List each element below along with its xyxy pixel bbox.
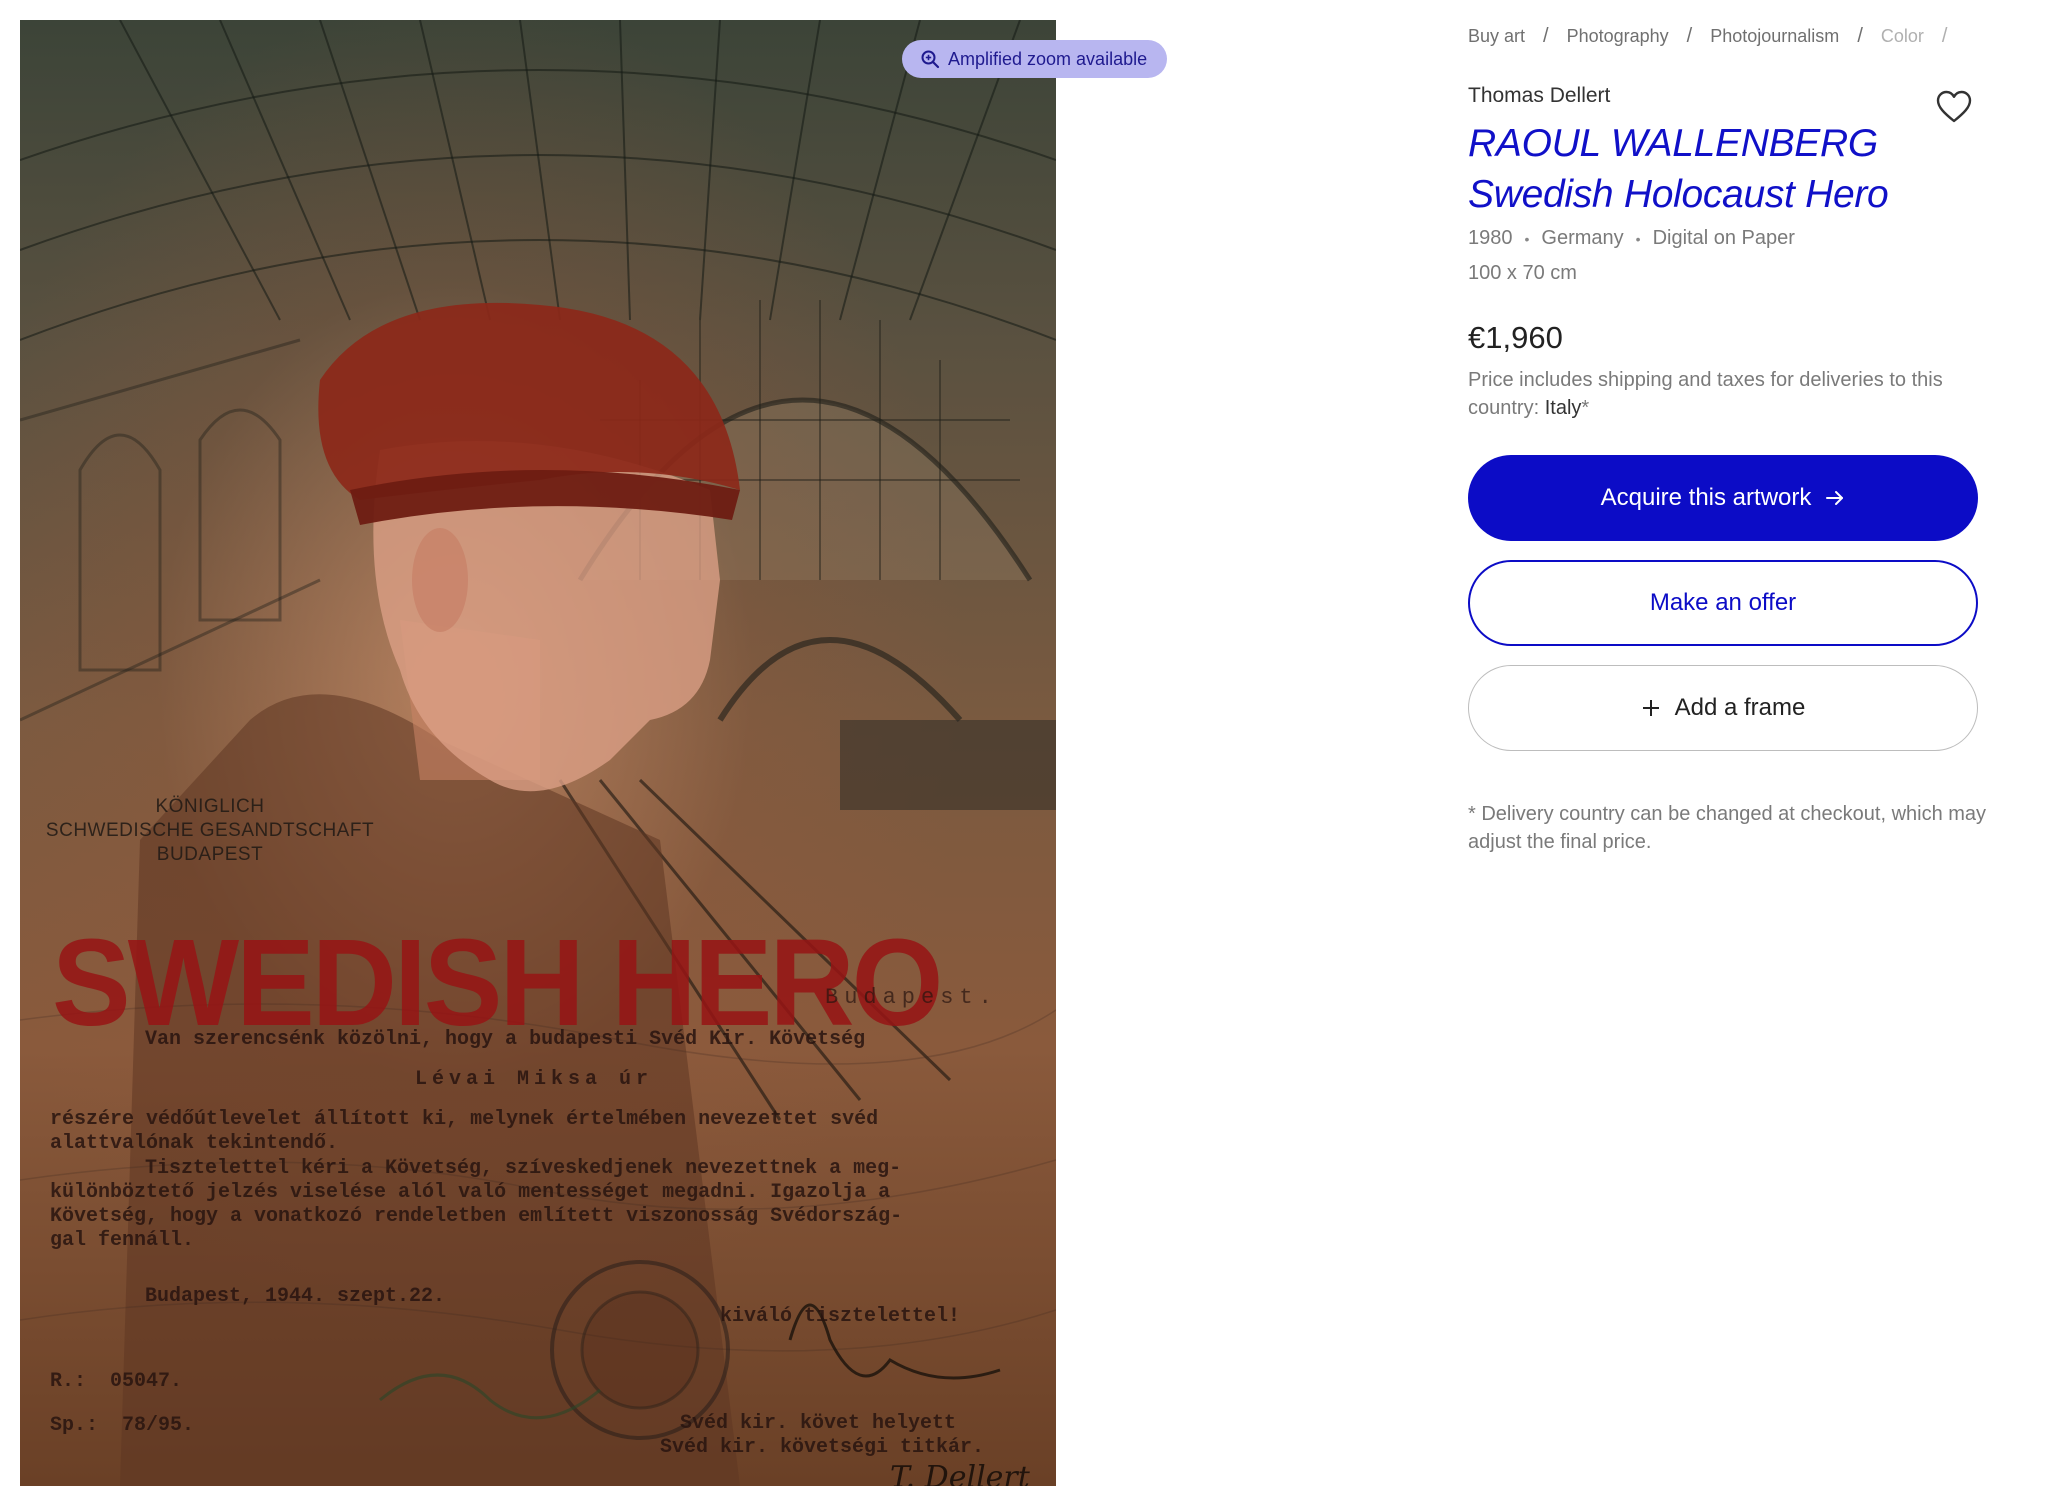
make-offer-label: Make an offer xyxy=(1649,589,1797,616)
artwork-doc-line: Követség, hogy a vonatkozó rendeletben e… xyxy=(50,1205,903,1228)
meta-separator: • xyxy=(1635,230,1641,247)
artwork-doc-line: Tisztelettel kéri a Követség, szíveskedj… xyxy=(145,1157,902,1180)
artwork-price: €1,960 xyxy=(1468,320,1563,355)
artwork-doc-date: Budapest, 1944. szept.22. xyxy=(145,1285,446,1308)
artwork-medium: Digital on Paper xyxy=(1652,227,1795,249)
artwork-year: 1980 xyxy=(1468,227,1513,249)
acquire-artwork-button[interactable]: Acquire this artwork xyxy=(1468,455,1978,541)
artwork-doc-line: gal fennáll. xyxy=(50,1229,195,1252)
breadcrumb-color[interactable]: Color xyxy=(1881,26,1924,47)
artwork-dimensions: 100 x 70 cm xyxy=(1468,262,1577,284)
breadcrumb-separator: / xyxy=(1857,25,1863,47)
artwork-title-line-2: Swedish Holocaust Hero xyxy=(1468,173,1889,216)
price-note-text: Price includes shipping and taxes for de… xyxy=(1468,369,1943,419)
add-frame-label: Add a frame xyxy=(1674,694,1806,721)
breadcrumb-photojournalism[interactable]: Photojournalism xyxy=(1710,26,1839,47)
legation-line-1: KÖNIGLICH xyxy=(155,796,265,817)
breadcrumb-separator: / xyxy=(1686,25,1693,47)
artwork-doc-line: Van szerencsénk közölni, hogy a budapest… xyxy=(145,1028,866,1051)
price-note: Price includes shipping and taxes for de… xyxy=(1468,366,1988,422)
artwork-doc-line: Lévai Miksa úr xyxy=(415,1068,654,1091)
breadcrumb-photography[interactable]: Photography xyxy=(1567,26,1669,47)
artwork-doc-sign1: Svéd kir. követ helyett xyxy=(680,1412,957,1435)
artwork-doc-line: különböztető jelzés viselése alól való m… xyxy=(50,1181,891,1204)
meta-separator: • xyxy=(1524,230,1530,247)
breadcrumb-buy-art[interactable]: Buy art xyxy=(1468,26,1525,47)
price-note-asterisk: * xyxy=(1581,397,1590,419)
make-offer-button[interactable]: Make an offer xyxy=(1468,560,1978,646)
add-frame-button[interactable]: Add a frame xyxy=(1468,665,1978,751)
artwork-doc-line: alattvalónak tekintendő. xyxy=(50,1132,339,1155)
breadcrumb-separator: / xyxy=(1941,25,1948,47)
artwork-doc-line: részére védőútlevelet állított ki, melyn… xyxy=(50,1108,879,1131)
acquire-artwork-label: Acquire this artwork xyxy=(1600,484,1812,511)
delivery-country-note: * Delivery country can be changed at che… xyxy=(1468,803,1987,853)
zoom-icon xyxy=(920,49,940,69)
legation-line-3: BUDAPEST xyxy=(156,844,264,865)
arrow-right-icon xyxy=(1825,488,1845,508)
legation-line-2: SCHWEDISCHE GESANDTSCHAFT xyxy=(45,820,375,841)
artwork-legation-text: KÖNIGLICH SCHWEDISCHE GESANDTSCHAFT BUDA… xyxy=(40,795,380,867)
plus-icon xyxy=(1641,698,1661,718)
artwork-meta: 1980 • Germany • Digital on Paper xyxy=(1468,227,1795,250)
artwork-doc-ref-sp: Sp.: 78/95. xyxy=(50,1414,195,1437)
zoom-badge-label: Amplified zoom available xyxy=(948,48,1148,69)
favorite-heart-icon[interactable] xyxy=(1936,90,1972,124)
artwork-doc-sign2: Svéd kir. követségi titkár. xyxy=(660,1436,985,1459)
breadcrumb-separator: / xyxy=(1543,25,1549,47)
artwork-doc-budapest: Budapest. xyxy=(825,985,998,1010)
artist-name-link[interactable]: Thomas Dellert xyxy=(1468,84,1610,108)
breadcrumb: Buy art / Photography / Photojournalism … xyxy=(1468,25,1965,48)
artwork-illustration xyxy=(20,20,1056,1486)
artwork-title: RAOUL WALLENBERG Swedish Holocaust Hero xyxy=(1468,118,1938,220)
artist-signature: T. Dellert xyxy=(890,1460,1030,1486)
artwork-image[interactable]: KÖNIGLICH SCHWEDISCHE GESANDTSCHAFT BUDA… xyxy=(20,20,1056,1486)
artwork-country: Germany xyxy=(1541,227,1624,249)
artwork-doc-regards: kiváló tisztelettel! xyxy=(720,1305,961,1328)
artwork-doc-ref-r: R.: 05047. xyxy=(50,1370,183,1393)
amplified-zoom-badge[interactable]: Amplified zoom available xyxy=(902,40,1168,78)
artwork-title-line-1: RAOUL WALLENBERG xyxy=(1468,122,1878,165)
price-note-country[interactable]: Italy xyxy=(1545,397,1582,419)
